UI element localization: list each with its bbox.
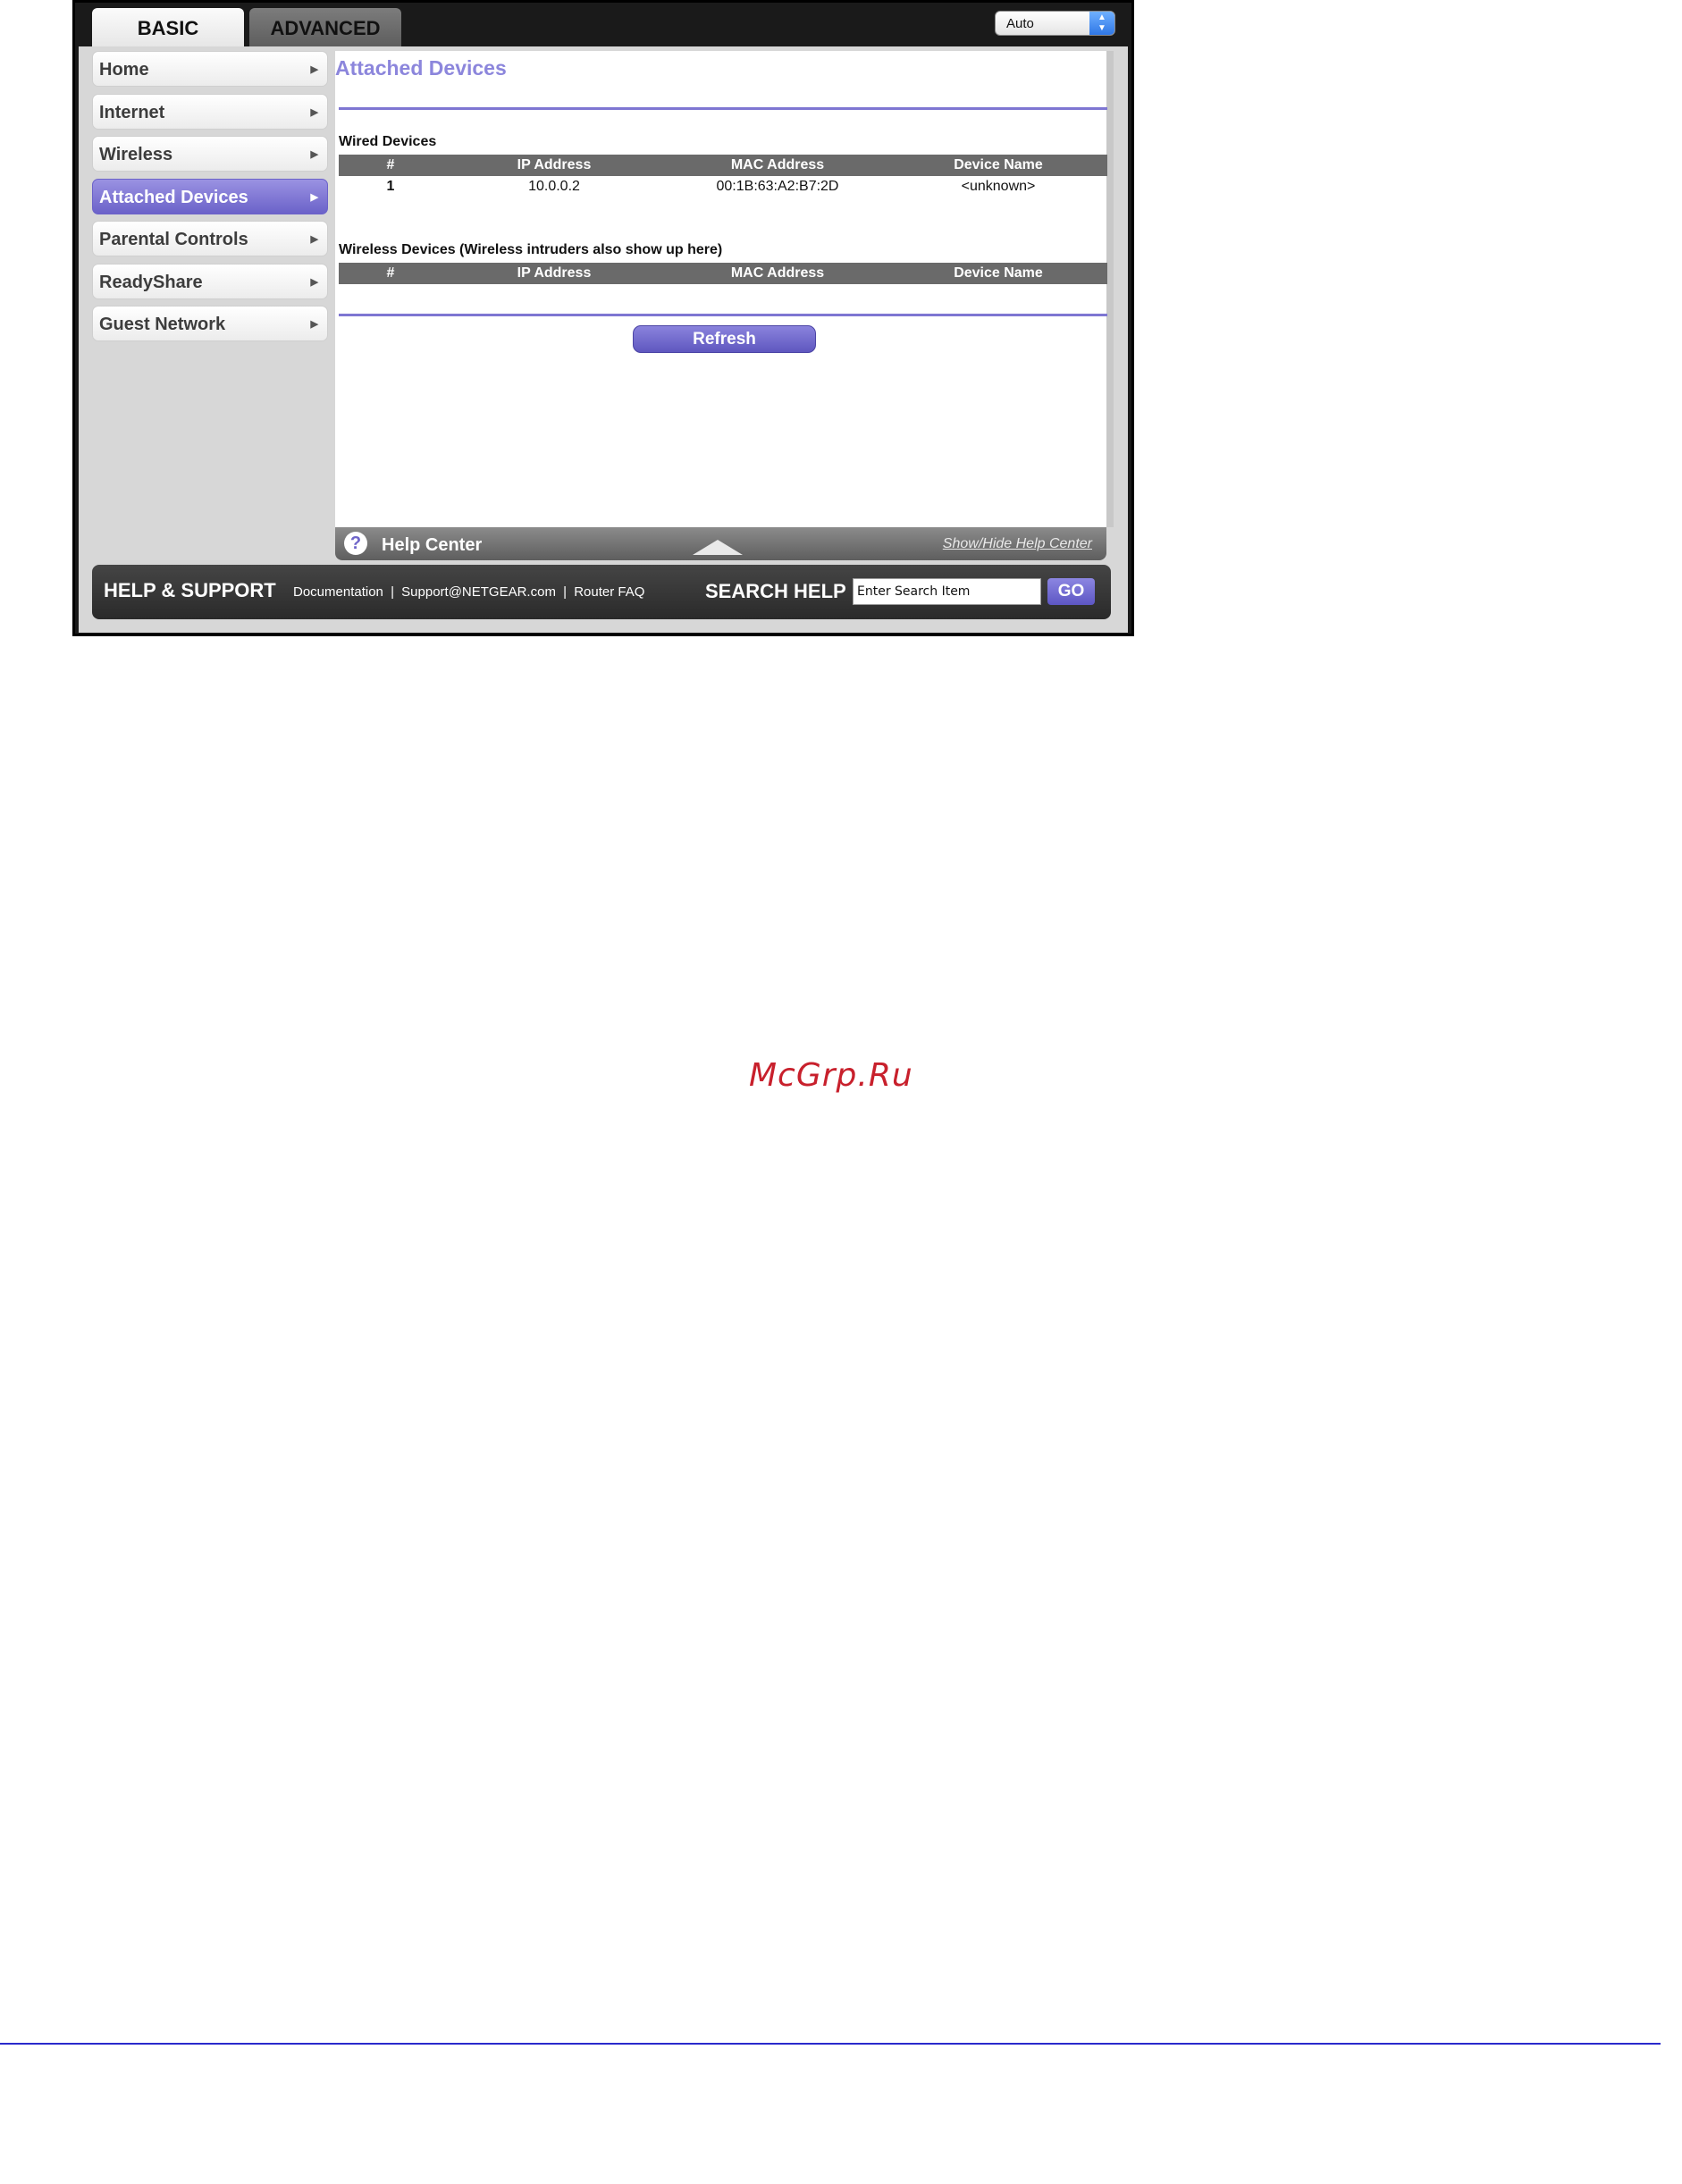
- support-email-link[interactable]: Support@NETGEAR.com: [401, 584, 556, 600]
- wireless-devices-label: Wireless Devices (Wireless intruders als…: [339, 242, 723, 257]
- page-title: Attached Devices: [335, 56, 507, 80]
- support-links: Documentation | Support@NETGEAR.com | Ro…: [293, 565, 644, 619]
- sidebar-item-label: ReadyShare: [99, 272, 203, 292]
- column-header: IP Address: [517, 265, 592, 281]
- router-faq-link[interactable]: Router FAQ: [574, 584, 644, 600]
- column-header: Device Name: [954, 265, 1043, 281]
- wireless-table-header: # IP Address MAC Address Device Name: [339, 263, 1107, 284]
- search-help-label: SEARCH HELP: [705, 580, 846, 602]
- sidebar-item-guest-network[interactable]: Guest Network ▶: [92, 306, 328, 341]
- table-cell: 10.0.0.2: [528, 179, 580, 194]
- help-center-label: Help Center: [382, 535, 483, 555]
- sidebar-item-label: Guest Network: [99, 315, 226, 334]
- column-header: IP Address: [517, 157, 592, 172]
- language-select-value: Auto: [1006, 16, 1034, 31]
- column-header: Device Name: [954, 157, 1043, 172]
- documentation-link[interactable]: Documentation: [293, 584, 383, 600]
- wired-table-header: # IP Address MAC Address Device Name: [339, 155, 1107, 176]
- language-select[interactable]: Auto ▲ ▼: [995, 11, 1115, 36]
- sidebar-item-readyshare[interactable]: ReadyShare ▶: [92, 263, 328, 299]
- column-header: #: [386, 157, 395, 172]
- search-help-input[interactable]: Enter Search Item: [853, 578, 1041, 605]
- table-row: 1 10.0.0.2 00:1B:63:A2:B7:2D <unknown>: [339, 176, 1107, 197]
- column-header: MAC Address: [730, 265, 825, 281]
- divider: [339, 314, 1107, 316]
- footer-divider: [0, 2043, 1661, 2045]
- sidebar-item-attached-devices[interactable]: Attached Devices ▶: [92, 178, 328, 214]
- wired-devices-label: Wired Devices: [339, 134, 437, 149]
- refresh-button[interactable]: Refresh: [633, 325, 816, 353]
- chevron-right-icon: ▶: [310, 64, 318, 75]
- help-center-bar: ? Help Center Show/Hide Help Center: [335, 527, 1106, 560]
- select-arrows-icon: ▲ ▼: [1089, 12, 1114, 35]
- arrow-up-icon[interactable]: [693, 540, 743, 555]
- help-support-title: HELP & SUPPORT: [104, 579, 276, 601]
- help-question-icon[interactable]: ?: [344, 532, 367, 555]
- chevron-right-icon: ▶: [310, 234, 318, 245]
- sidebar-item-label: Wireless: [99, 145, 173, 164]
- sidebar-item-wireless[interactable]: Wireless ▶: [92, 136, 328, 172]
- link-separator: |: [391, 584, 394, 600]
- show-hide-help-link[interactable]: Show/Hide Help Center: [943, 527, 1092, 561]
- chevron-right-icon: ▶: [310, 276, 318, 288]
- column-header: #: [386, 265, 395, 281]
- sidebar-item-home[interactable]: Home ▶: [92, 51, 328, 87]
- tab-advanced[interactable]: ADVANCED: [249, 8, 401, 47]
- column-header: MAC Address: [730, 157, 825, 172]
- help-support-bar: HELP & SUPPORT Documentation | Support@N…: [92, 565, 1111, 619]
- sidebar-item-label: Parental Controls: [99, 230, 248, 249]
- sidebar: Home ▶ Internet ▶ Wireless ▶ Attached Devic…: [92, 51, 328, 349]
- chevron-right-icon: ▶: [310, 106, 318, 118]
- chevron-right-icon: ▶: [310, 319, 318, 330]
- sidebar-item-label: Internet: [99, 102, 165, 122]
- table-cell: <unknown>: [961, 179, 1036, 194]
- link-separator: |: [563, 584, 568, 600]
- sidebar-item-internet[interactable]: Internet ▶: [92, 93, 328, 130]
- sidebar-item-parental-controls[interactable]: Parental Controls ▶: [92, 221, 328, 256]
- table-cell: 1: [386, 179, 395, 194]
- chevron-right-icon: ▶: [310, 191, 318, 203]
- go-button[interactable]: GO: [1047, 578, 1095, 605]
- tab-basic[interactable]: BASIC: [92, 8, 244, 47]
- sidebar-item-label: Home: [99, 60, 149, 80]
- router-admin-window: BASIC ADVANCED Auto ▲ ▼ Home ▶ Internet ▶ W…: [72, 0, 1134, 636]
- watermark: McGrp.Ru: [749, 1057, 913, 1094]
- main-panel: Home ▶ Internet ▶ Wireless ▶ Attached Devic…: [79, 46, 1128, 633]
- divider: [339, 107, 1107, 110]
- sidebar-item-label: Attached Devices: [99, 187, 248, 207]
- table-cell: 00:1B:63:A2:B7:2D: [716, 179, 839, 194]
- chevron-right-icon: ▶: [310, 149, 318, 160]
- content-area: Attached Devices Wired Devices # IP Addr…: [335, 51, 1114, 527]
